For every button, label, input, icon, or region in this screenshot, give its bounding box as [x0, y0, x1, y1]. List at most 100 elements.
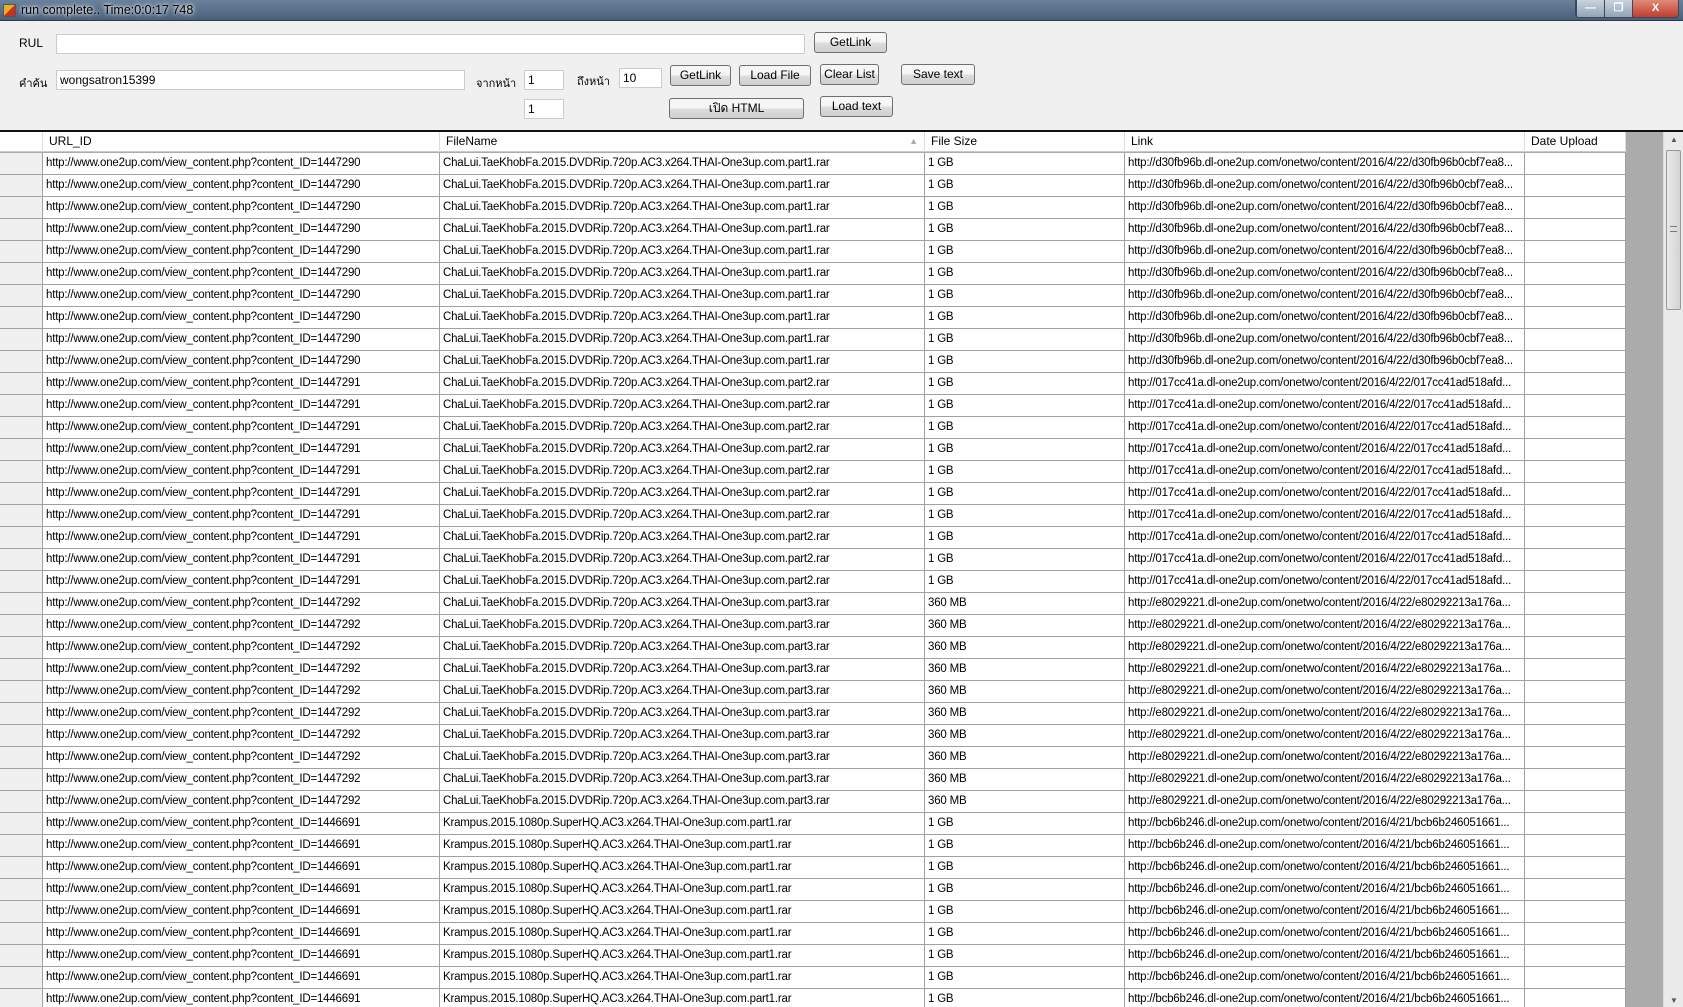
link-cell[interactable]: http://d30fb96b.dl-one2up.com/onetwo/con…	[1125, 329, 1525, 350]
filename-cell[interactable]: ChaLui.TaeKhobFa.2015.DVDRip.720p.AC3.x2…	[440, 703, 925, 724]
table-row[interactable]: http://www.one2up.com/view_content.php?c…	[0, 725, 1626, 747]
file-size-cell[interactable]: 1 GB	[925, 527, 1125, 548]
filename-cell[interactable]: ChaLui.TaeKhobFa.2015.DVDRip.720p.AC3.x2…	[440, 285, 925, 306]
link-cell[interactable]: http://e8029221.dl-one2up.com/onetwo/con…	[1125, 769, 1525, 790]
row-header[interactable]	[0, 791, 43, 812]
date-upload-cell[interactable]	[1525, 329, 1626, 350]
link-cell[interactable]: http://017cc41a.dl-one2up.com/onetwo/con…	[1125, 417, 1525, 438]
filename-cell[interactable]: ChaLui.TaeKhobFa.2015.DVDRip.720p.AC3.x2…	[440, 439, 925, 460]
file-size-cell[interactable]: 1 GB	[925, 439, 1125, 460]
date-upload-cell[interactable]	[1525, 571, 1626, 592]
date-upload-cell[interactable]	[1525, 703, 1626, 724]
scroll-down-icon[interactable]: ▼	[1664, 993, 1683, 1007]
date-upload-cell[interactable]	[1525, 197, 1626, 218]
scroll-up-icon[interactable]: ▲	[1664, 132, 1683, 148]
title-bar[interactable]: run complete.. Time:0:0:17 748 — ❐ X	[0, 0, 1683, 21]
row-header[interactable]	[0, 945, 43, 966]
filename-cell[interactable]: ChaLui.TaeKhobFa.2015.DVDRip.720p.AC3.x2…	[440, 307, 925, 328]
table-row[interactable]: http://www.one2up.com/view_content.php?c…	[0, 263, 1626, 285]
link-cell[interactable]: http://017cc41a.dl-one2up.com/onetwo/con…	[1125, 505, 1525, 526]
table-row[interactable]: http://www.one2up.com/view_content.php?c…	[0, 219, 1626, 241]
link-cell[interactable]: http://017cc41a.dl-one2up.com/onetwo/con…	[1125, 373, 1525, 394]
filename-cell[interactable]: ChaLui.TaeKhobFa.2015.DVDRip.720p.AC3.x2…	[440, 417, 925, 438]
row-header[interactable]	[0, 307, 43, 328]
url-id-cell[interactable]: http://www.one2up.com/view_content.php?c…	[43, 197, 440, 218]
link-cell[interactable]: http://017cc41a.dl-one2up.com/onetwo/con…	[1125, 483, 1525, 504]
filename-cell[interactable]: ChaLui.TaeKhobFa.2015.DVDRip.720p.AC3.x2…	[440, 505, 925, 526]
file-size-cell[interactable]: 1 GB	[925, 285, 1125, 306]
filename-cell[interactable]: Krampus.2015.1080p.SuperHQ.AC3.x264.THAI…	[440, 989, 925, 1007]
link-cell[interactable]: http://e8029221.dl-one2up.com/onetwo/con…	[1125, 659, 1525, 680]
date-upload-cell[interactable]	[1525, 527, 1626, 548]
results-grid[interactable]: URL_ID FileName ▲ File Size Link Date Upl…	[0, 130, 1683, 1007]
table-row[interactable]: http://www.one2up.com/view_content.php?c…	[0, 175, 1626, 197]
file-size-cell[interactable]: 1 GB	[925, 549, 1125, 570]
file-size-cell[interactable]: 1 GB	[925, 241, 1125, 262]
table-row[interactable]: http://www.one2up.com/view_content.php?c…	[0, 615, 1626, 637]
url-id-cell[interactable]: http://www.one2up.com/view_content.php?c…	[43, 769, 440, 790]
link-cell[interactable]: http://e8029221.dl-one2up.com/onetwo/con…	[1125, 681, 1525, 702]
row-header[interactable]	[0, 153, 43, 174]
link-cell[interactable]: http://e8029221.dl-one2up.com/onetwo/con…	[1125, 637, 1525, 658]
row-header[interactable]	[0, 197, 43, 218]
file-size-cell[interactable]: 1 GB	[925, 571, 1125, 592]
url-id-cell[interactable]: http://www.one2up.com/view_content.php?c…	[43, 307, 440, 328]
filename-cell[interactable]: ChaLui.TaeKhobFa.2015.DVDRip.720p.AC3.x2…	[440, 483, 925, 504]
row-header[interactable]	[0, 241, 43, 262]
file-size-cell[interactable]: 1 GB	[925, 395, 1125, 416]
link-cell[interactable]: http://d30fb96b.dl-one2up.com/onetwo/con…	[1125, 307, 1525, 328]
table-row[interactable]: http://www.one2up.com/view_content.php?c…	[0, 241, 1626, 263]
row-header[interactable]	[0, 483, 43, 504]
filename-cell[interactable]: Krampus.2015.1080p.SuperHQ.AC3.x264.THAI…	[440, 857, 925, 878]
file-size-cell[interactable]: 1 GB	[925, 901, 1125, 922]
date-upload-cell[interactable]	[1525, 901, 1626, 922]
table-row[interactable]: http://www.one2up.com/view_content.php?c…	[0, 857, 1626, 879]
url-id-cell[interactable]: http://www.one2up.com/view_content.php?c…	[43, 153, 440, 174]
table-row[interactable]: http://www.one2up.com/view_content.php?c…	[0, 483, 1626, 505]
row-header[interactable]	[0, 835, 43, 856]
filename-cell[interactable]: Krampus.2015.1080p.SuperHQ.AC3.x264.THAI…	[440, 813, 925, 834]
date-upload-cell[interactable]	[1525, 483, 1626, 504]
file-size-cell[interactable]: 1 GB	[925, 505, 1125, 526]
link-cell[interactable]: http://bcb6b246.dl-one2up.com/onetwo/con…	[1125, 923, 1525, 944]
row-header[interactable]	[0, 593, 43, 614]
row-header[interactable]	[0, 285, 43, 306]
date-upload-cell[interactable]	[1525, 593, 1626, 614]
file-size-cell[interactable]: 1 GB	[925, 373, 1125, 394]
to-page-input[interactable]: 10	[619, 68, 662, 88]
row-header[interactable]	[0, 571, 43, 592]
table-row[interactable]: http://www.one2up.com/view_content.php?c…	[0, 439, 1626, 461]
row-header[interactable]	[0, 857, 43, 878]
filename-cell[interactable]: Krampus.2015.1080p.SuperHQ.AC3.x264.THAI…	[440, 945, 925, 966]
save-text-button[interactable]: Save text	[901, 64, 975, 85]
load-text-button[interactable]: Load text	[820, 96, 893, 117]
link-cell[interactable]: http://017cc41a.dl-one2up.com/onetwo/con…	[1125, 439, 1525, 460]
url-id-cell[interactable]: http://www.one2up.com/view_content.php?c…	[43, 945, 440, 966]
file-size-cell[interactable]: 360 MB	[925, 769, 1125, 790]
file-size-cell[interactable]: 360 MB	[925, 593, 1125, 614]
row-header[interactable]	[0, 989, 43, 1007]
date-upload-cell[interactable]	[1525, 791, 1626, 812]
filename-cell[interactable]: ChaLui.TaeKhobFa.2015.DVDRip.720p.AC3.x2…	[440, 725, 925, 746]
date-upload-cell[interactable]	[1525, 417, 1626, 438]
file-size-cell[interactable]: 1 GB	[925, 461, 1125, 482]
table-row[interactable]: http://www.one2up.com/view_content.php?c…	[0, 285, 1626, 307]
table-row[interactable]: http://www.one2up.com/view_content.php?c…	[0, 351, 1626, 373]
filename-cell[interactable]: ChaLui.TaeKhobFa.2015.DVDRip.720p.AC3.x2…	[440, 197, 925, 218]
file-size-cell[interactable]: 360 MB	[925, 681, 1125, 702]
file-size-cell[interactable]: 1 GB	[925, 351, 1125, 372]
table-row[interactable]: http://www.one2up.com/view_content.php?c…	[0, 307, 1626, 329]
table-row[interactable]: http://www.one2up.com/view_content.php?c…	[0, 593, 1626, 615]
file-size-cell[interactable]: 360 MB	[925, 747, 1125, 768]
row-header[interactable]	[0, 373, 43, 394]
date-upload-cell[interactable]	[1525, 549, 1626, 570]
filename-cell[interactable]: ChaLui.TaeKhobFa.2015.DVDRip.720p.AC3.x2…	[440, 263, 925, 284]
file-size-cell[interactable]: 1 GB	[925, 879, 1125, 900]
row-header[interactable]	[0, 967, 43, 988]
table-row[interactable]: http://www.one2up.com/view_content.php?c…	[0, 153, 1626, 175]
file-size-cell[interactable]: 360 MB	[925, 791, 1125, 812]
filename-cell[interactable]: ChaLui.TaeKhobFa.2015.DVDRip.720p.AC3.x2…	[440, 241, 925, 262]
table-row[interactable]: http://www.one2up.com/view_content.php?c…	[0, 329, 1626, 351]
url-id-cell[interactable]: http://www.one2up.com/view_content.php?c…	[43, 879, 440, 900]
link-cell[interactable]: http://d30fb96b.dl-one2up.com/onetwo/con…	[1125, 263, 1525, 284]
